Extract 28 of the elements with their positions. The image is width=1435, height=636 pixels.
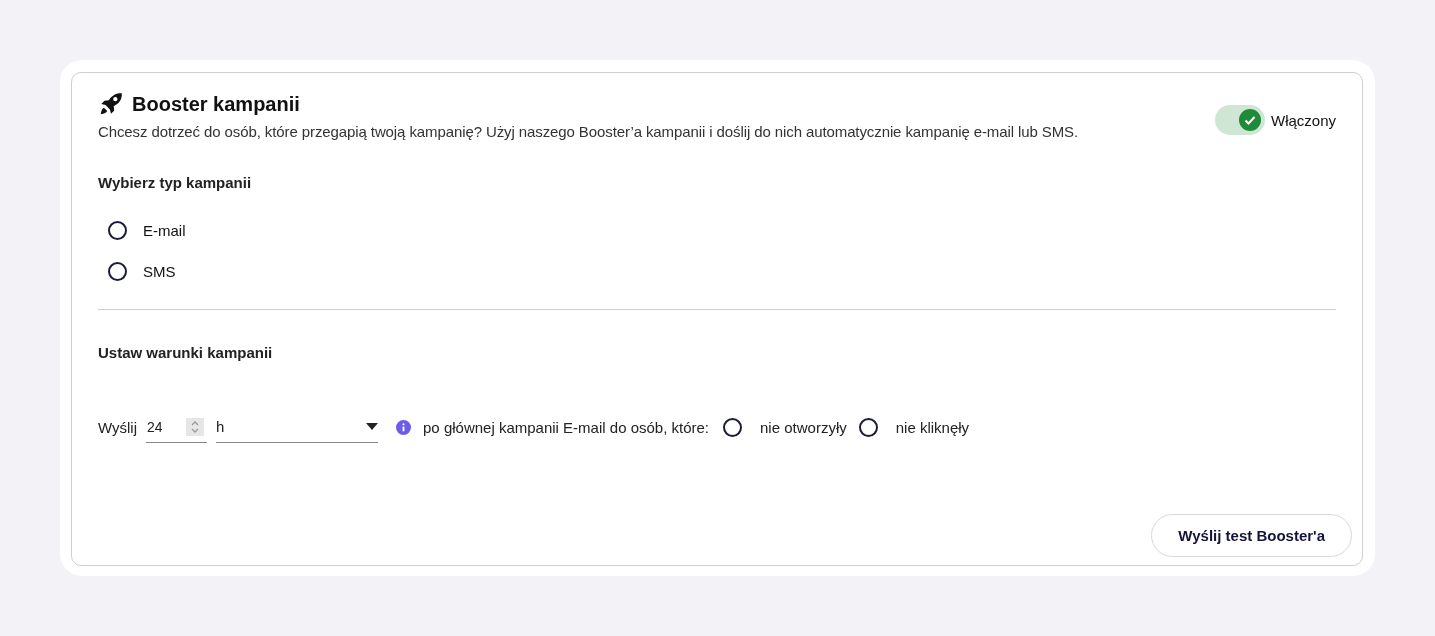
send-test-button[interactable]: Wyślij test Booster'a bbox=[1151, 514, 1352, 557]
radio-option[interactable]: SMS bbox=[108, 262, 1336, 281]
radio-button[interactable] bbox=[723, 417, 742, 437]
rocket-icon bbox=[98, 91, 124, 117]
condition-text: po głównej kampanii E-mail do osób, które: bbox=[423, 418, 709, 436]
radio-option[interactable]: nie kliknęły bbox=[858, 417, 970, 437]
info-icon[interactable] bbox=[396, 419, 412, 435]
radio-button[interactable] bbox=[858, 417, 878, 437]
caret-icon bbox=[366, 423, 379, 430]
section-heading: Wybierz typ kampanii bbox=[98, 174, 253, 191]
card-title: Booster kampanii bbox=[132, 92, 300, 116]
card-description: Chcesz dotrzeć do osób, które przegapią twoją kampanię? Użyj naszego Booster’a kampanii i doślij do nich automatycznie kampanię e-mail lub SMS. bbox=[98, 123, 1079, 140]
send-label: Wyślij bbox=[98, 418, 138, 436]
radio-label: nie kliknęły bbox=[895, 418, 970, 436]
spinner-icon[interactable] bbox=[186, 417, 205, 436]
radio-option[interactable]: nie otworzyły bbox=[723, 417, 847, 437]
hours-input[interactable]: 24 bbox=[146, 411, 208, 443]
section-heading: Ustaw warunki kampanii bbox=[98, 344, 274, 361]
radio-label: SMS bbox=[143, 263, 176, 280]
radio-button[interactable] bbox=[108, 262, 127, 281]
toggle-switch[interactable] bbox=[1214, 105, 1265, 135]
unit-dropdown[interactable]: h bbox=[216, 411, 379, 443]
radio-label: E-mail bbox=[143, 222, 186, 239]
toggle-label: Włączony bbox=[1270, 111, 1336, 129]
radio-label: nie otworzyły bbox=[760, 418, 847, 436]
enabled-toggle[interactable]: Włączony bbox=[1214, 105, 1336, 135]
radio-option[interactable]: E-mail bbox=[108, 221, 1336, 240]
radio-button[interactable] bbox=[108, 221, 127, 240]
